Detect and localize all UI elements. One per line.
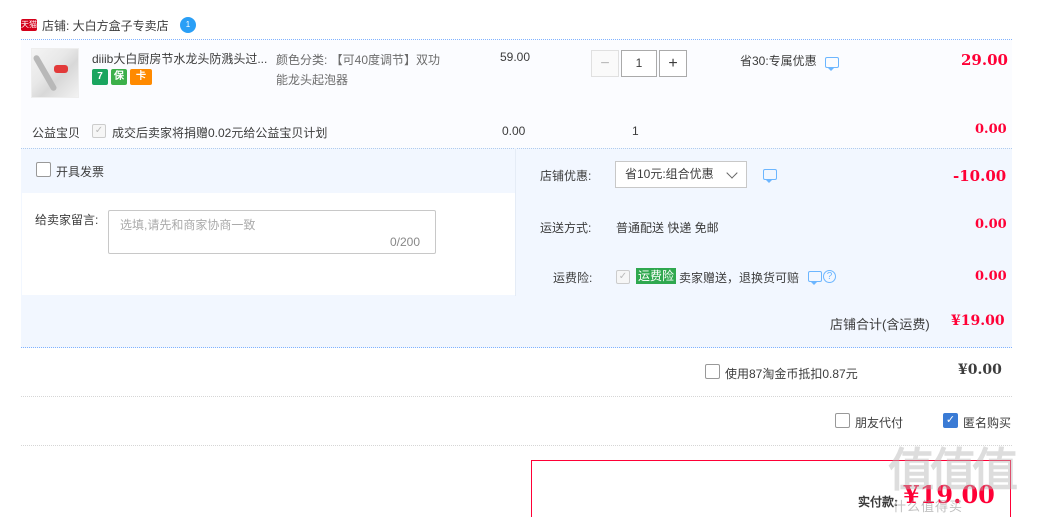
charity-checkbox[interactable]: ✓ — [92, 124, 106, 138]
charity-total: 0.00 — [975, 122, 1007, 137]
item-promotion: 省30:专属优惠 — [740, 54, 817, 68]
help-icon[interactable]: ? — [823, 270, 836, 283]
charity-text: 成交后卖家将捐赠0.02元给公益宝贝计划 — [112, 126, 328, 140]
sku-line: 颜色分类: 【可40度调节】双功 — [276, 53, 441, 67]
divider — [515, 148, 516, 296]
product-thumbnail[interactable] — [31, 48, 79, 98]
shipping-label: 运送方式: — [540, 221, 592, 235]
friend-pay-checkbox[interactable] — [835, 413, 850, 428]
anonymous-checkbox[interactable]: ✓ — [943, 413, 958, 428]
charity-qty: 1 — [632, 124, 639, 138]
quantity-increase-button[interactable]: + — [659, 50, 687, 77]
watermark-logo: 值值值 — [888, 444, 1018, 496]
message-char-count: 0/200 — [390, 235, 421, 249]
watermark-text: 什么值得买 — [893, 499, 964, 514]
tmall-logo-icon: 天猫 — [21, 19, 37, 31]
message-label: 给卖家留言: — [35, 213, 99, 227]
taojinbi-value: ¥0.00 — [958, 362, 1002, 378]
insurance-text: 卖家赠送，退换货可赔 — [679, 271, 800, 285]
invoice-checkbox[interactable] — [36, 162, 51, 177]
quantity-decrease-button[interactable]: − — [591, 50, 619, 77]
coupon-selected-value: 省10元:组合优惠 — [625, 167, 714, 181]
shop-name[interactable]: 店铺: 大白方盒子专卖店 — [42, 17, 169, 34]
shop-total-label: 店铺合计(含运费) — [830, 317, 930, 332]
shipping-method: 普通配送 快递 免邮 — [616, 221, 719, 235]
charity-label: 公益宝贝 — [32, 126, 81, 140]
invoice-label[interactable]: 开具发票 — [56, 163, 104, 180]
divider — [21, 445, 1012, 446]
insurance-checkbox[interactable]: ✓ — [616, 270, 630, 284]
wangwang-chat-icon[interactable]: 1 — [180, 17, 196, 33]
friend-pay-label[interactable]: 朋友代付 — [855, 414, 903, 431]
seven-day-return-icon[interactable]: 7 — [92, 69, 108, 85]
insurance-amount: 0.00 — [975, 269, 1007, 284]
divider — [21, 396, 1012, 397]
coupon-select[interactable]: 省10元:组合优惠 — [615, 161, 747, 188]
insurance-label: 运费险: — [553, 271, 593, 285]
promo-message-icon[interactable] — [825, 57, 839, 71]
shipping-amount: 0.00 — [975, 217, 1007, 232]
insurance-tag: 运费险 — [636, 268, 677, 284]
guarantee-icon[interactable]: 保 — [111, 69, 127, 85]
service-icons: 7 保 卡 — [92, 69, 152, 85]
card-payment-icon[interactable]: 卡 — [130, 69, 152, 85]
chevron-down-icon — [726, 167, 738, 179]
item-subtotal: 29.00 — [961, 51, 1008, 69]
charity-price: 0.00 — [502, 124, 526, 138]
coupon-label: 店铺优惠: — [540, 169, 592, 183]
coupon-amount: -10.00 — [953, 167, 1007, 185]
sku-line: 能龙头起泡器 — [276, 73, 349, 87]
shop-total-value: ¥19.00 — [951, 313, 1005, 329]
sku-info: 颜色分类: 【可40度调节】双功 能龙头起泡器 — [276, 50, 456, 90]
message-placeholder: 选填,请先和商家协商一致 — [120, 218, 256, 232]
taojinbi-label[interactable]: 使用87淘金币抵扣0.87元 — [725, 365, 858, 382]
anonymous-label[interactable]: 匿名购买 — [963, 414, 1011, 431]
coupon-message-icon[interactable] — [763, 169, 777, 183]
unit-price: 59.00 — [500, 50, 531, 64]
product-title-link[interactable]: diiib大白厨房节水龙头防溅头过... — [92, 50, 272, 67]
quantity-input[interactable]: 1 — [621, 50, 657, 77]
taojinbi-checkbox[interactable] — [705, 364, 720, 379]
insurance-message-icon[interactable] — [808, 271, 822, 285]
